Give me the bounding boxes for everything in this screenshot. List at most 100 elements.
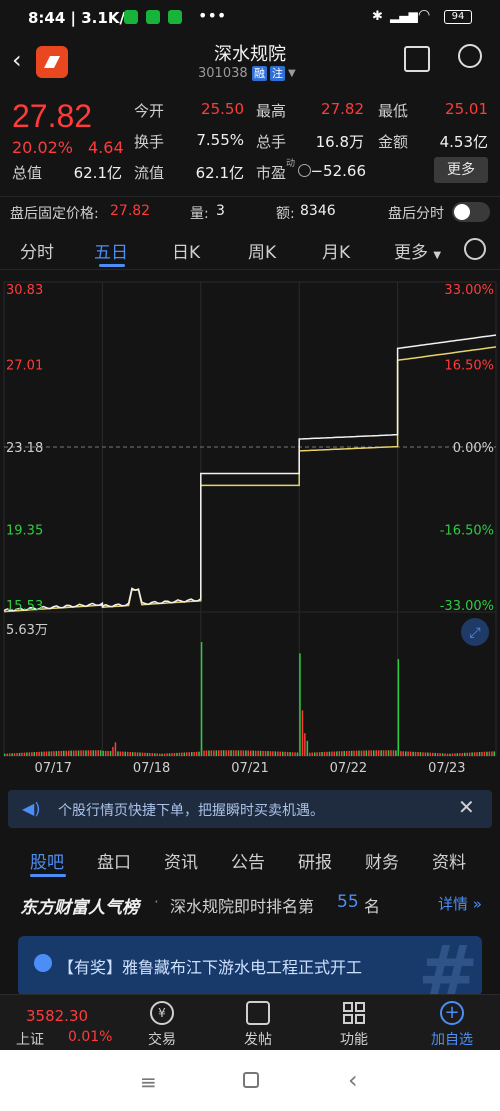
volume-bar (173, 753, 176, 756)
volume-bar (444, 753, 446, 756)
wechat-icon (124, 10, 138, 24)
home-icon[interactable] (243, 1072, 259, 1088)
volume-bar (235, 750, 237, 756)
volume-bar (222, 750, 225, 756)
tab-forum[interactable]: 股吧 (30, 848, 64, 873)
register-tag: 注 (270, 66, 285, 81)
post-market-bar: 盘后固定价格: 27.82 量: 3 额: 8346 盘后分时 (0, 196, 500, 226)
speaker-icon: ◀) (22, 799, 41, 818)
volume-bar (225, 750, 227, 756)
system-nav-bar: ≡ ‹ (0, 1050, 500, 1111)
volume-bar (333, 751, 336, 756)
tab-monthly-k[interactable]: 月K (322, 238, 350, 263)
volume-bar (220, 750, 222, 756)
tab-order-book[interactable]: 盘口 (97, 848, 131, 873)
tab-five-day[interactable]: 五日 (94, 238, 128, 263)
float-cap-value: 62.1亿 (195, 164, 244, 182)
volume-bar (461, 753, 464, 756)
tab-more[interactable]: 更多 ▼ (394, 238, 441, 263)
pe-value: −52.66 (310, 162, 366, 180)
promo-banner[interactable]: ◀) 个股行情页快捷下单，把握瞬时买卖机遇。 ✕ (8, 790, 492, 828)
chat-icon (34, 954, 52, 972)
tab-research[interactable]: 研报 (298, 848, 332, 873)
tab-profile[interactable]: 资料 (432, 848, 466, 873)
volume-bar (289, 752, 291, 756)
volume-bar (264, 751, 267, 756)
volume-bar (210, 750, 213, 756)
tab-weekly-k[interactable]: 周K (248, 238, 276, 263)
back-nav-icon[interactable]: ‹ (348, 1066, 358, 1094)
volume-bar (429, 752, 432, 756)
trade-icon: ¥ (150, 1001, 174, 1025)
volume-bar (87, 750, 90, 756)
volume-bar (134, 752, 136, 756)
volume-bar (493, 751, 495, 756)
function-button[interactable]: 功能 (324, 999, 384, 1051)
volume-bar (306, 740, 309, 756)
close-icon[interactable]: ✕ (458, 795, 475, 819)
volume-bar (341, 751, 343, 756)
volume-bar (21, 752, 23, 756)
volume-bar (247, 750, 249, 756)
turnover-value: 7.55% (196, 131, 244, 149)
more-button[interactable]: 更多 (434, 157, 488, 183)
volume-bar (464, 752, 466, 756)
tab-news[interactable]: 资讯 (164, 848, 198, 873)
volume-bar (274, 751, 277, 756)
volume-bar (237, 750, 240, 756)
volume-bar (240, 750, 242, 756)
share-icon[interactable] (404, 46, 430, 72)
stock-header: ‹ 深水规院 301038 融 注 ▼ (0, 36, 500, 90)
x-tick-label: 07/18 (133, 761, 170, 776)
search-icon[interactable] (458, 44, 482, 68)
post-button[interactable]: 发帖 (228, 999, 288, 1051)
volume-bar (97, 750, 99, 756)
function-label: 功能 (340, 1032, 368, 1048)
dropdown-icon[interactable]: ▼ (288, 68, 296, 79)
tab-financials[interactable]: 财务 (365, 848, 399, 873)
rank-brand: 东方财富人气榜 (20, 898, 139, 918)
volume-bar (348, 750, 350, 756)
volume-bar (459, 753, 461, 756)
tab-announcements[interactable]: 公告 (231, 848, 265, 873)
y-tick-label: 27.01 (6, 358, 43, 373)
post-intraday-toggle[interactable] (452, 202, 490, 222)
tab-daily-k[interactable]: 日K (172, 238, 200, 263)
add-watchlist-button[interactable]: + 加自选 (420, 999, 484, 1051)
rank-detail-link[interactable]: 详情 » (438, 893, 482, 914)
volume-bar (427, 752, 429, 756)
volume-bar (72, 750, 75, 756)
tab-intraday[interactable]: 分时 (20, 238, 54, 263)
volume-bar (144, 752, 146, 756)
volume-bar (395, 750, 397, 756)
volume-bar (375, 750, 377, 756)
rank-text: 深水规院即时排名第 (170, 897, 315, 916)
volume-bar (363, 750, 365, 756)
x-tick-label: 07/17 (34, 761, 71, 776)
app-icon (168, 10, 182, 24)
popularity-rank[interactable]: 东方财富人气榜 · 深水规院即时排名第 55 名 详情 » (0, 883, 500, 923)
post-volume: 3 (216, 203, 225, 219)
volume-bar (55, 751, 58, 756)
volume-bar (392, 750, 395, 756)
volume-bar (291, 752, 294, 756)
rank-unit: 名 (364, 897, 381, 916)
volume-bar (200, 642, 203, 756)
bluetooth-icon: ✱ (372, 9, 383, 24)
volume-bar (156, 753, 158, 756)
volume-bar (139, 752, 141, 756)
news-card[interactable]: 【有奖】雅鲁藏布江下游水电工程正式开工 # (18, 936, 482, 996)
volume-bar (195, 751, 198, 756)
volume-bar (439, 753, 441, 756)
menu-icon[interactable]: ≡ (140, 1070, 157, 1094)
volume-bar (131, 752, 134, 756)
five-day-chart[interactable]: 30.83 33.00% 27.01 16.50% 23.18 0.00% 19.35 -16… (0, 272, 500, 792)
trade-button[interactable]: ¥ 交易 (132, 999, 192, 1051)
settings-icon[interactable] (464, 238, 486, 260)
margin-tag: 融 (252, 66, 267, 81)
index-ticker[interactable]: 3582.30 上证 0.01% (0, 995, 116, 1051)
volume-bar (198, 751, 200, 756)
current-price: 27.82 (12, 98, 93, 134)
info-tabs: 股吧 盘口 资讯 公告 研报 财务 资料 (0, 840, 500, 880)
wifi-icon: ◠ (418, 7, 431, 23)
